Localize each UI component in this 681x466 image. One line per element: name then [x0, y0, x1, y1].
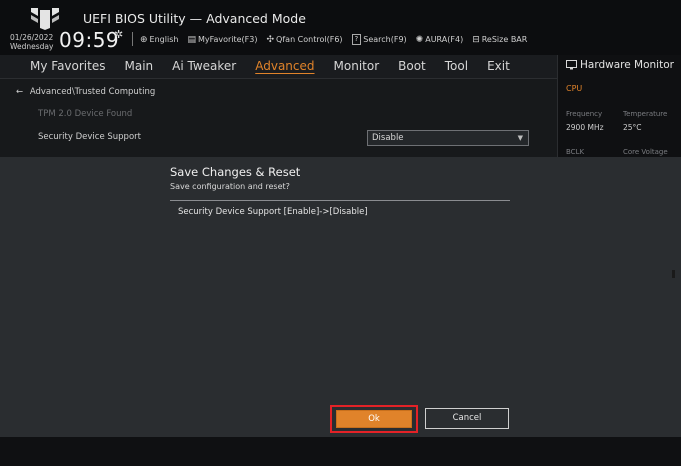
- breadcrumb-path: Advanced\Trusted Computing: [29, 87, 156, 97]
- frequency-value: 2900 MHz: [566, 123, 604, 132]
- tab-tool[interactable]: Tool: [445, 59, 468, 73]
- ok-button-highlight: Ok: [330, 405, 418, 433]
- bclk-label: BCLK: [566, 148, 585, 156]
- hardware-monitor-title: Hardware Monitor: [566, 59, 674, 71]
- fan-icon: ✣: [266, 34, 275, 45]
- main-menu-bar: My Favorites Main Ai Tweaker Advanced Mo…: [0, 55, 557, 79]
- help-icon: ?: [351, 34, 362, 45]
- ok-button[interactable]: Ok: [336, 410, 412, 428]
- aura-icon: ✺: [415, 34, 424, 45]
- breadcrumb[interactable]: ← Advanced\Trusted Computing: [16, 87, 155, 97]
- frequency-label: Frequency: [566, 110, 603, 118]
- tab-boot[interactable]: Boot: [398, 59, 426, 73]
- select-value: Disable: [372, 133, 404, 143]
- language-button[interactable]: ⊕ English: [140, 34, 178, 45]
- aura-button[interactable]: ✺ AURA(F4): [416, 34, 464, 45]
- tab-ai-tweaker[interactable]: Ai Tweaker: [172, 59, 236, 73]
- tab-monitor[interactable]: Monitor: [334, 59, 380, 73]
- menu-tabs: My Favorites Main Ai Tweaker Advanced Mo…: [30, 59, 529, 73]
- security-device-support-select[interactable]: Disable ▼: [367, 130, 529, 146]
- cpu-section-label: CPU: [566, 84, 583, 93]
- tab-my-favorites[interactable]: My Favorites: [30, 59, 105, 73]
- gear-icon[interactable]: ✲: [114, 28, 123, 41]
- date-display: 01/26/2022 Wednesday: [10, 33, 54, 51]
- bottom-status-bar: [0, 437, 681, 466]
- resize-bar-label: ReSize BAR: [481, 35, 528, 44]
- qfan-control-button[interactable]: ✣ Qfan Control(F6): [267, 34, 343, 45]
- qfan-control-label: Qfan Control(F6): [276, 35, 343, 44]
- dialog-divider: [170, 200, 510, 201]
- back-arrow-icon[interactable]: ←: [16, 87, 23, 97]
- tab-exit[interactable]: Exit: [487, 59, 510, 73]
- tab-main[interactable]: Main: [124, 59, 153, 73]
- security-device-support-label: Security Device Support: [38, 132, 141, 142]
- myfavorite-button[interactable]: ▤ MyFavorite(F3): [187, 34, 257, 45]
- dialog-title: Save Changes & Reset: [170, 165, 301, 179]
- favorite-icon: ▤: [187, 34, 196, 45]
- cancel-button[interactable]: Cancel: [425, 408, 509, 429]
- globe-icon: ⊕: [140, 34, 148, 45]
- temperature-value: 25°C: [623, 123, 642, 132]
- dialog-change-entry: Security Device Support [Enable]->[Disab…: [178, 207, 368, 217]
- resize-bar-button[interactable]: ⊟ ReSize BAR: [472, 34, 527, 45]
- temperature-label: Temperature: [623, 110, 668, 118]
- tuf-logo-icon: [31, 8, 59, 30]
- hardware-monitor-label: Hardware Monitor: [580, 59, 674, 71]
- header-divider: [132, 32, 133, 46]
- aura-label: AURA(F4): [425, 35, 464, 44]
- clock-display: 09:59: [59, 28, 120, 52]
- tab-advanced[interactable]: Advanced: [255, 59, 314, 73]
- tpm-status-text: TPM 2.0 Device Found: [38, 109, 133, 119]
- save-changes-dialog: Save Changes & Reset Save configuration …: [0, 157, 681, 437]
- header-toolbar: ⊕ English ▤ MyFavorite(F3) ✣ Qfan Contro…: [140, 34, 527, 45]
- app-title: UEFI BIOS Utility — Advanced Mode: [83, 11, 306, 26]
- myfavorite-label: MyFavorite(F3): [197, 35, 258, 44]
- search-label: Search(F9): [363, 35, 407, 44]
- dialog-subtitle: Save configuration and reset?: [170, 182, 290, 191]
- scrollbar-marker: [672, 270, 675, 278]
- monitor-icon: [566, 60, 577, 70]
- search-button[interactable]: ? Search(F9): [351, 34, 407, 45]
- resize-bar-icon: ⊟: [472, 34, 480, 45]
- weekday-text: Wednesday: [10, 41, 54, 51]
- top-header: UEFI BIOS Utility — Advanced Mode 01/26/…: [0, 0, 681, 55]
- core-voltage-label: Core Voltage: [623, 148, 668, 156]
- chevron-down-icon: ▼: [517, 134, 523, 142]
- language-label: English: [149, 35, 179, 44]
